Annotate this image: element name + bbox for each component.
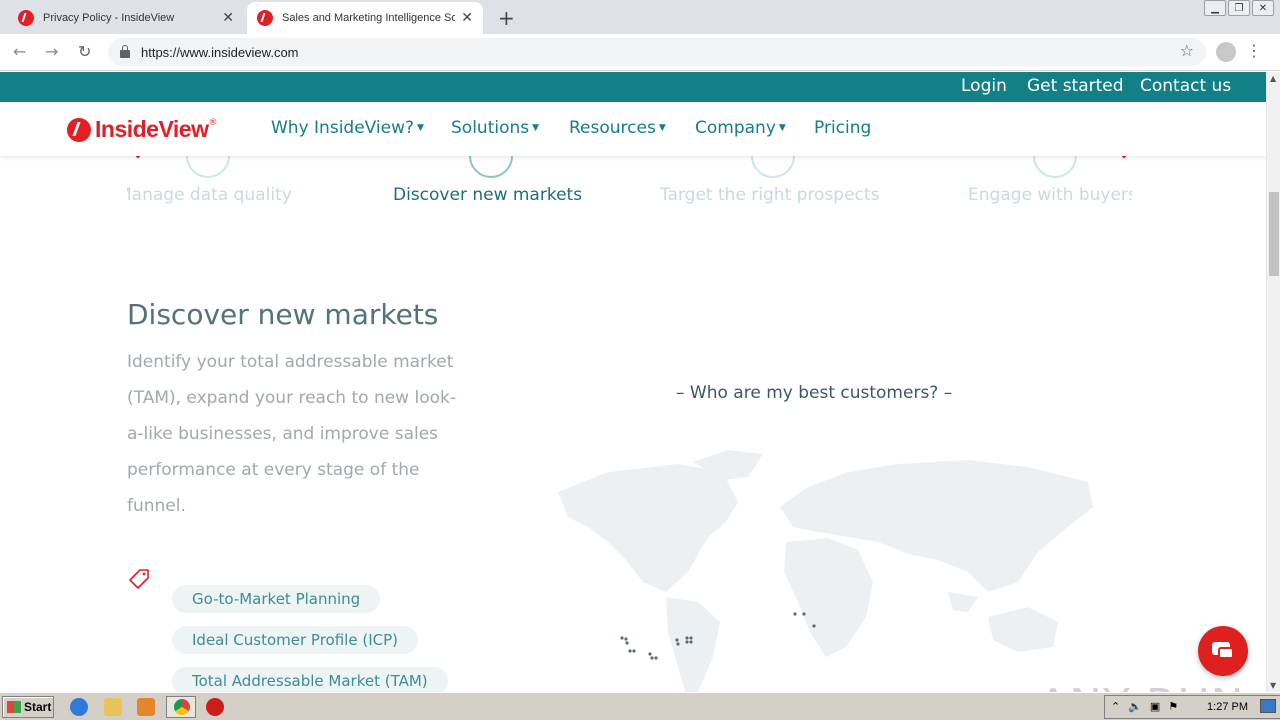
utility-bar: Login Get started Contact us bbox=[0, 72, 1266, 102]
nav-company[interactable]: Company ▼ bbox=[695, 118, 786, 138]
clock[interactable]: 1:27 PM bbox=[1207, 701, 1248, 713]
profile-avatar[interactable] bbox=[1216, 42, 1236, 62]
section-title: Discover new markets bbox=[127, 298, 439, 331]
url-text: https://www.insideview.com bbox=[141, 44, 299, 60]
login-link[interactable]: Login bbox=[961, 76, 1007, 96]
main-navigation: InsideView ® Why InsideView? ▼ Solutions ▼… bbox=[0, 102, 1266, 156]
nav-label: Solutions bbox=[451, 118, 530, 138]
nav-label: Why InsideView? bbox=[271, 118, 415, 138]
browser-toolbar: ← → ↻ https://www.insideview.com ☆ ⋮ bbox=[0, 34, 1280, 71]
start-button[interactable]: Start bbox=[2, 696, 54, 718]
close-window-button[interactable]: ✕ bbox=[1252, 0, 1274, 16]
internet-explorer-icon[interactable] bbox=[70, 698, 88, 716]
lock-icon bbox=[120, 44, 130, 58]
logo-mark-icon bbox=[67, 117, 91, 142]
system-tray: ⌃ 🔈 ▣ ⚑ 1:27 PM bbox=[1104, 695, 1280, 719]
caret-down-icon: ▼ bbox=[658, 123, 666, 133]
opera-icon[interactable] bbox=[206, 698, 224, 716]
tag-go-to-market-planning[interactable]: Go-to-Market Planning bbox=[172, 585, 381, 613]
forward-button[interactable]: → bbox=[45, 42, 58, 61]
get-started-link[interactable]: Get started bbox=[1027, 76, 1124, 96]
world-map bbox=[558, 450, 1093, 692]
tab-title: Privacy Policy - InsideView bbox=[43, 12, 175, 24]
section-description: Identify your total addressable market (… bbox=[127, 352, 456, 516]
tray-icons: ⌃ 🔈 ▣ ⚑ bbox=[1111, 700, 1178, 713]
chrome-taskbar-button[interactable] bbox=[166, 696, 196, 718]
back-button[interactable]: ← bbox=[13, 42, 26, 61]
maximize-button[interactable]: ❐ bbox=[1228, 0, 1250, 16]
insideview-logo[interactable]: InsideView ® bbox=[67, 116, 217, 143]
new-tab-button[interactable]: + bbox=[498, 6, 515, 30]
browser-tab-bar: Privacy Policy - InsideView ✕ Sales and … bbox=[0, 0, 1280, 34]
nav-label: Company bbox=[695, 118, 776, 138]
contact-us-link[interactable]: Contact us bbox=[1140, 76, 1231, 96]
caret-down-icon: ▼ bbox=[417, 123, 424, 133]
close-tab-icon[interactable]: ✕ bbox=[461, 10, 473, 26]
reload-button[interactable]: ↻ bbox=[78, 42, 91, 61]
bookmark-star-icon[interactable]: ☆ bbox=[1180, 41, 1194, 60]
media-player-icon[interactable] bbox=[137, 698, 155, 716]
step-discover-new-markets[interactable]: Discover new markets bbox=[393, 185, 582, 205]
tab-insideview-home[interactable]: Sales and Marketing Intelligence Sof ✕ bbox=[247, 2, 483, 34]
nav-why-insideview[interactable]: Why InsideView? ▼ bbox=[271, 118, 424, 138]
scroll-up-arrow-icon[interactable]: ▲ bbox=[1270, 74, 1276, 83]
nav-solutions[interactable]: Solutions ▼ bbox=[451, 118, 539, 138]
tag-icon bbox=[129, 569, 149, 589]
step-manage-data-quality[interactable]: Manage data quality bbox=[127, 185, 292, 205]
address-bar[interactable]: https://www.insideview.com bbox=[108, 38, 1206, 66]
caret-down-icon: ▼ bbox=[778, 123, 786, 133]
show-desktop-icon[interactable] bbox=[1260, 699, 1276, 713]
close-tab-icon[interactable]: ✕ bbox=[222, 10, 234, 26]
chrome-icon bbox=[174, 699, 190, 715]
tab-title: Sales and Marketing Intelligence Sof bbox=[282, 12, 456, 24]
insideview-favicon-icon bbox=[18, 10, 34, 26]
browser-menu-icon[interactable]: ⋮ bbox=[1246, 41, 1262, 60]
tag-total-addressable-market[interactable]: Total Addressable Market (TAM) bbox=[172, 667, 448, 692]
file-explorer-icon[interactable] bbox=[104, 698, 122, 716]
dash-icon: – bbox=[676, 383, 685, 403]
tab-privacy-policy[interactable]: Privacy Policy - InsideView ✕ bbox=[8, 2, 244, 34]
windows-logo-icon bbox=[7, 701, 21, 713]
page-viewport: Login Get started Contact us InsideView … bbox=[0, 72, 1266, 692]
anyrun-watermark: ANY RUN bbox=[1038, 680, 1245, 692]
action-center-flag-icon[interactable]: ⚑ bbox=[1168, 700, 1178, 713]
scrollbar-thumb[interactable] bbox=[1269, 192, 1279, 276]
start-label: Start bbox=[24, 700, 52, 714]
volume-icon[interactable]: 🔈 bbox=[1128, 700, 1142, 713]
step-engage-with-buyers[interactable]: Engage with buyers bbox=[968, 185, 1132, 205]
nav-resources[interactable]: Resources ▼ bbox=[569, 118, 666, 138]
scroll-down-arrow-icon[interactable]: ▼ bbox=[1270, 681, 1276, 690]
step-target-right-prospects[interactable]: Target the right prospects bbox=[660, 185, 879, 205]
nav-pricing[interactable]: Pricing bbox=[814, 118, 871, 138]
tag-ideal-customer-profile[interactable]: Ideal Customer Profile (ICP) bbox=[172, 626, 418, 654]
minimize-button[interactable]: ▁ bbox=[1204, 0, 1226, 16]
nav-label: Resources bbox=[569, 118, 656, 138]
windows-taskbar: Start ⌃ 🔈 ▣ ⚑ 1:27 PM bbox=[0, 692, 1280, 720]
registered-mark: ® bbox=[208, 118, 218, 128]
insideview-favicon-icon bbox=[257, 10, 273, 26]
chat-widget-button[interactable] bbox=[1198, 626, 1248, 676]
dash-icon: – bbox=[943, 383, 953, 403]
map-question: – Who are my best customers? – bbox=[676, 383, 952, 403]
logo-text: InsideView bbox=[95, 116, 209, 142]
chat-icon bbox=[1218, 647, 1234, 659]
window-controls: ▁ ❐ ✕ bbox=[1204, 0, 1274, 16]
map-question-text: Who are my best customers? bbox=[689, 383, 939, 403]
network-icon[interactable]: ▣ bbox=[1150, 700, 1160, 713]
expand-tray-icon[interactable]: ⌃ bbox=[1111, 700, 1120, 713]
caret-down-icon: ▼ bbox=[532, 123, 540, 133]
page-scrollbar[interactable]: ▲ ▼ bbox=[1266, 72, 1280, 692]
nav-label: Pricing bbox=[814, 118, 872, 138]
steps-row: Manage data quality Discover new markets… bbox=[127, 178, 1132, 214]
